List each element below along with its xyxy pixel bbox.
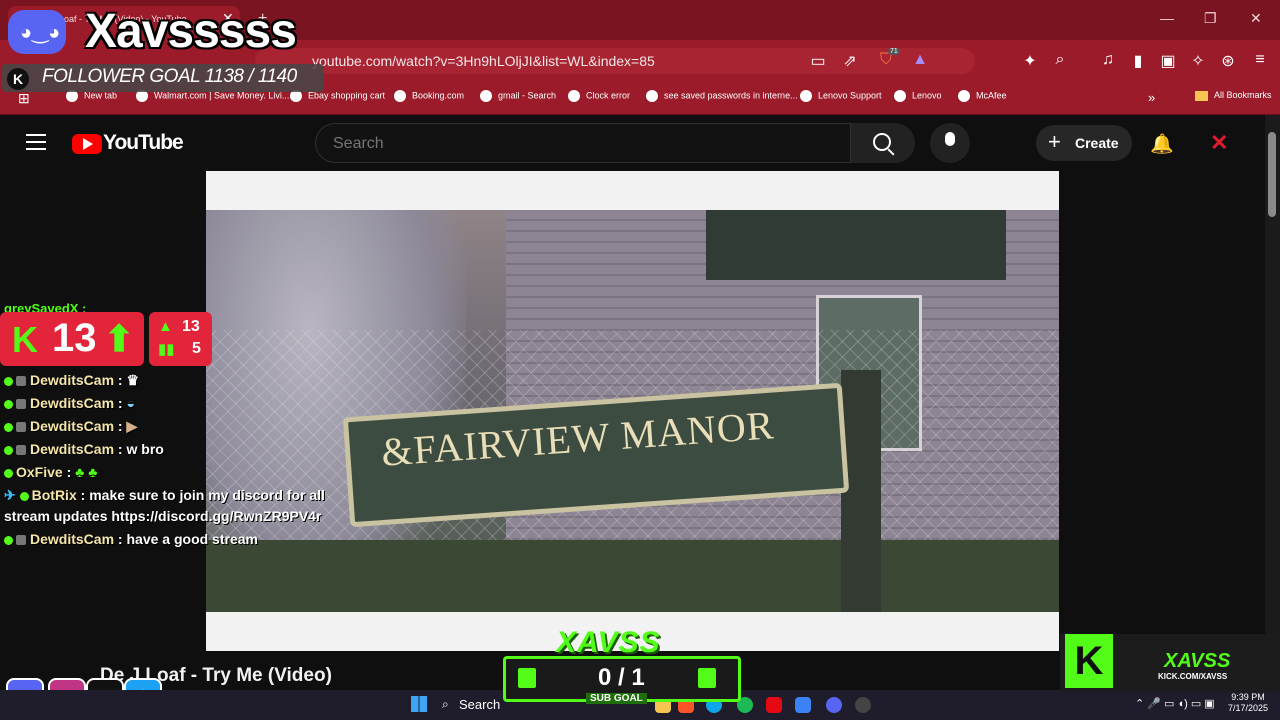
guide-menu-icon[interactable] <box>26 134 46 150</box>
video-frame[interactable]: &FAIRVIEW MANOR <box>206 210 1059 612</box>
xavss-logo: XAVSS <box>556 626 661 659</box>
stat-up-count: 13 <box>182 318 200 335</box>
windows-start-icon[interactable] <box>411 696 427 712</box>
bookmark-gmail-search[interactable]: gmail - Search <box>480 90 556 102</box>
cast-icon[interactable]: ▭ <box>808 51 828 71</box>
photos-icon[interactable] <box>795 697 811 713</box>
sub-goal-count: 0 / 1 <box>598 664 645 691</box>
verified-icon <box>4 445 13 455</box>
chat-message: ✈ BotRix : make sure to join my discord … <box>4 487 325 503</box>
notifications-bell-icon[interactable]: 🔔 <box>1150 132 1174 156</box>
system-tray-icons[interactable]: ⌃ 🎤 ▭ ◖) ▭ ▣ <box>1135 697 1215 710</box>
leo-ai-icon[interactable]: ✧ <box>1188 51 1208 71</box>
chat-message: OxFive : ♣ ♣ <box>4 464 97 480</box>
chat-message: DewditsCam : w bro <box>4 441 164 457</box>
emote-icon: ♣ ♣ <box>75 464 98 480</box>
taskbar-search-icon[interactable]: ⌕ <box>442 697 449 712</box>
stat-bars-count: 5 <box>192 340 201 357</box>
window-close-icon[interactable]: ✕ <box>1250 10 1262 27</box>
red-x-icon[interactable]: ✕ <box>1210 130 1228 156</box>
user-badge-icon <box>16 422 26 433</box>
search-input[interactable] <box>331 134 835 154</box>
bookmark-saved-passwords[interactable]: see saved passwords in interne... <box>646 90 798 102</box>
grass-image <box>206 540 1059 612</box>
verified-icon <box>4 468 13 478</box>
kick-card-name: XAVSS <box>1164 650 1231 672</box>
bookmark-clock-error[interactable]: Clock error <box>568 90 630 102</box>
share-icon[interactable]: ⇗ <box>840 51 860 71</box>
scrollbar-thumb[interactable] <box>1268 132 1276 217</box>
chat-message: DewditsCam : ▶ <box>4 418 137 435</box>
discord-taskbar-icon[interactable] <box>826 697 842 713</box>
taskbar-search-label[interactable]: Search <box>459 697 500 712</box>
chat-message: DewditsCam : have a good stream <box>4 531 258 547</box>
chat-overlay <box>0 172 206 652</box>
emote-icon: ♛ <box>126 372 140 388</box>
emote-icon: ▶ <box>126 418 138 434</box>
minimize-icon[interactable]: — <box>1160 10 1174 26</box>
taskbar-clock[interactable]: 9:39 PM 7/17/2025 <box>1228 692 1268 714</box>
youtube-play-icon <box>83 138 93 150</box>
user-badge-icon <box>16 399 26 410</box>
bar-chart-icon: ▮▮ <box>158 341 175 358</box>
discord-face-icon: ◕‿◕ <box>20 22 61 44</box>
bookmark-lenovo[interactable]: Lenovo <box>894 90 942 102</box>
sidebar-icon[interactable]: ▮ <box>1128 51 1148 71</box>
follower-goal-text: FOLLOWER GOAL 1138 / 1140 <box>42 66 297 87</box>
brave-badge: 71 <box>888 48 900 55</box>
bot-icon: ✈ <box>4 487 16 503</box>
awning-image <box>706 210 1006 280</box>
menu-icon[interactable]: ≡ <box>1250 51 1270 69</box>
user-badge-icon <box>16 445 26 456</box>
kick-card-logo-icon: K <box>1065 634 1113 688</box>
extensions-icon[interactable]: ✦ <box>1020 51 1040 71</box>
verified-icon <box>4 422 13 432</box>
user-badge-icon <box>16 535 26 546</box>
kick-card-url: KICK.COM/XAVSS <box>1158 672 1228 681</box>
verified-icon <box>4 535 13 545</box>
obs-icon[interactable] <box>855 697 871 713</box>
verified-icon <box>19 491 29 501</box>
emote-icon: ◒ <box>126 395 135 411</box>
plus-icon: + <box>1048 129 1061 154</box>
page-search-icon[interactable]: ⌕ <box>1050 51 1070 69</box>
up-arrow-icon: ⬆ <box>104 318 135 359</box>
media-icon[interactable]: ♫ <box>1098 51 1118 69</box>
chat-message: DewditsCam : ♛ <box>4 372 139 389</box>
wallet-icon[interactable]: ▣ <box>1158 51 1178 71</box>
microphone-icon <box>945 132 955 146</box>
chat-message: DewditsCam : ◒ <box>4 395 135 411</box>
streamer-name: Xavsssss <box>85 5 297 58</box>
verified-icon <box>4 399 13 409</box>
user-badge-icon <box>16 376 26 387</box>
all-bookmarks[interactable]: All Bookmarks <box>1195 90 1272 101</box>
apps-icon[interactable]: ⊞ <box>18 90 30 107</box>
sub-goal-label: SUB GOAL <box>586 693 647 704</box>
create-label: Create <box>1075 135 1119 151</box>
gift-icon <box>698 668 716 688</box>
gift-icon <box>518 668 536 688</box>
upvote-icon: ▲ <box>158 318 173 335</box>
youtube-logo-text[interactable]: YouTube <box>103 131 184 155</box>
verified-icon <box>4 376 13 386</box>
search-icon <box>873 133 891 151</box>
bookmarks-overflow-icon[interactable]: » <box>1148 90 1155 105</box>
kick-logo-icon: K <box>7 68 29 90</box>
vpn-icon[interactable]: ⊛ <box>1218 51 1238 71</box>
netflix-icon[interactable] <box>766 697 782 713</box>
chat-message-continued: stream updates https://discord.gg/RwnZR9… <box>4 508 322 524</box>
url-text: youtube.com/watch?v=3Hn9hLOljJI&list=WL&… <box>312 53 655 69</box>
bookmark-booking[interactable]: Booking.com <box>394 90 464 102</box>
maximize-icon[interactable]: ❐ <box>1204 10 1217 27</box>
kick-viewer-count: 13 <box>52 316 97 360</box>
kick-k-icon: K <box>12 319 38 360</box>
bookmark-mcafee[interactable]: McAfee <box>958 90 1007 102</box>
brave-rewards-icon[interactable]: ▲ <box>910 51 930 69</box>
bookmark-lenovo-support[interactable]: Lenovo Support <box>800 90 882 102</box>
